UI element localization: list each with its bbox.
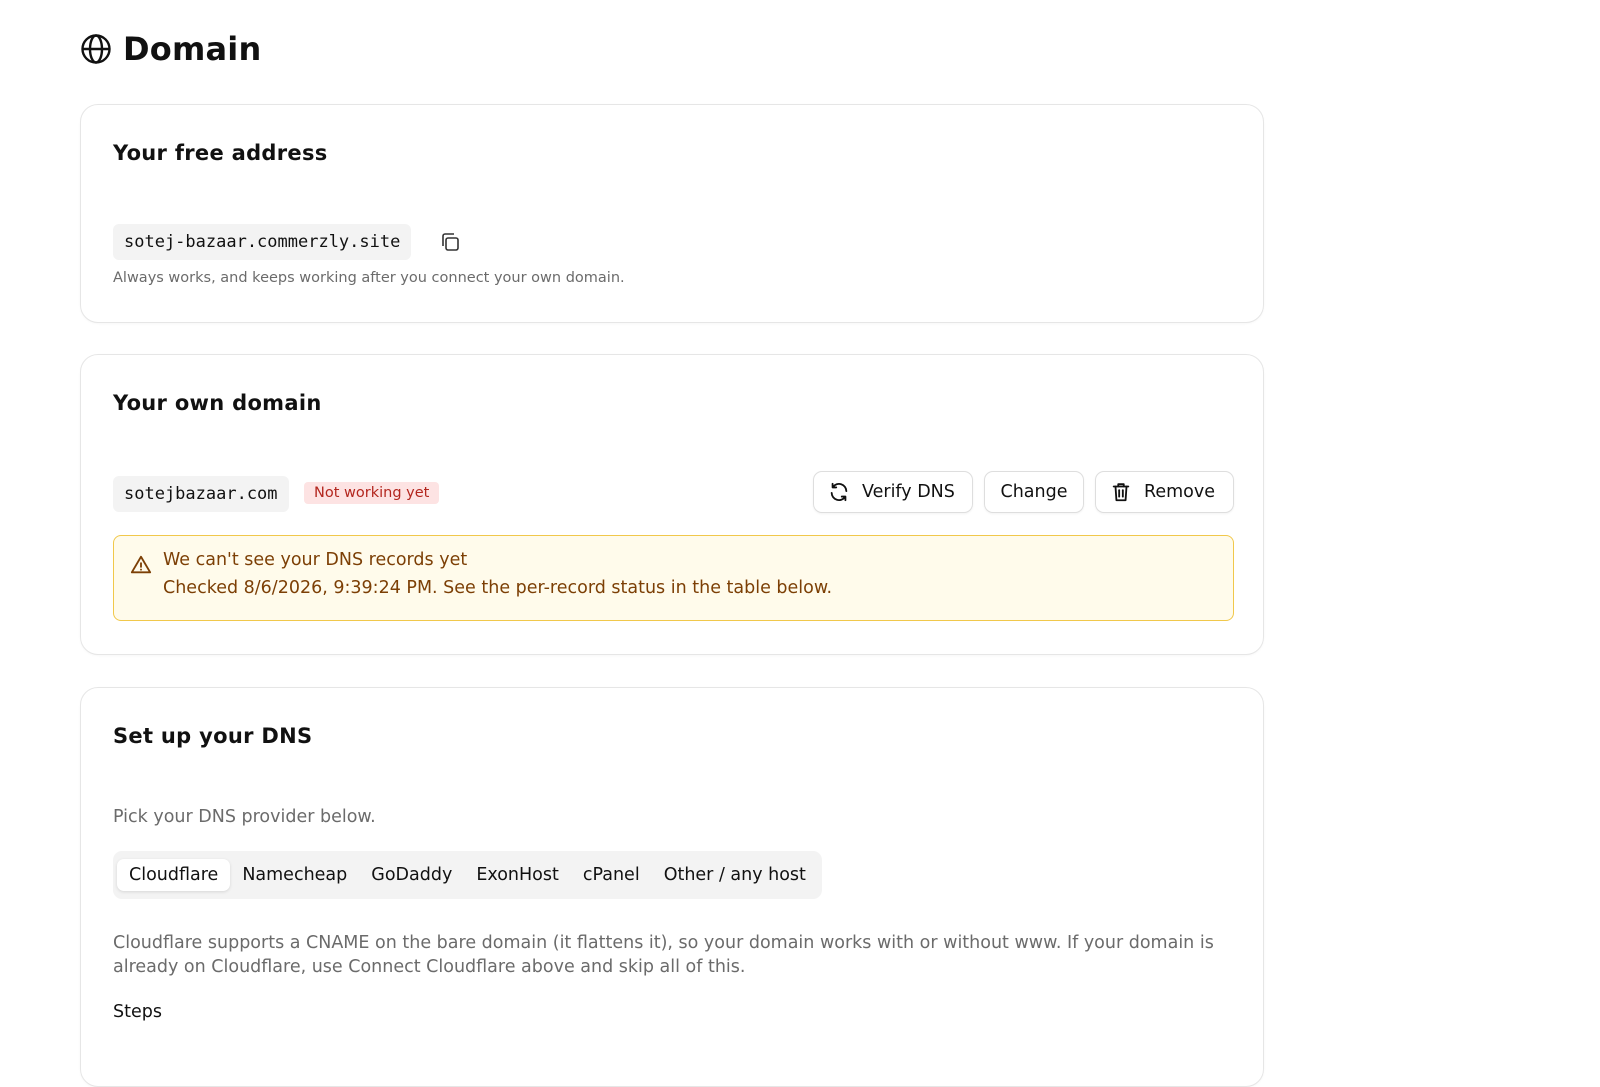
dns-setup-card: Set up your DNS Pick your DNS provider b… bbox=[80, 687, 1264, 1087]
tab-namecheap[interactable]: Namecheap bbox=[230, 859, 359, 891]
domain-page: Domain Your free address sotej-bazaar.co… bbox=[0, 0, 1600, 1087]
verify-dns-button[interactable]: Verify DNS bbox=[813, 471, 973, 513]
copy-icon bbox=[442, 233, 459, 251]
own-domain-value: sotejbazaar.com bbox=[113, 476, 289, 512]
own-domain-card: Your own domain sotejbazaar.com Not work… bbox=[80, 354, 1264, 655]
tab-exonhost[interactable]: ExonHost bbox=[464, 859, 571, 891]
change-label: Change bbox=[1000, 482, 1068, 502]
refresh-icon bbox=[830, 482, 848, 502]
verify-dns-label: Verify DNS bbox=[862, 482, 955, 502]
tab-cloudflare[interactable]: Cloudflare bbox=[117, 859, 231, 891]
status-badge: Not working yet bbox=[304, 482, 440, 504]
tab-cpanel[interactable]: cPanel bbox=[571, 859, 652, 891]
copy-address-button[interactable] bbox=[437, 229, 463, 255]
free-address-hint: Always works, and keeps working after yo… bbox=[113, 270, 625, 286]
tab-other-host[interactable]: Other / any host bbox=[652, 859, 818, 891]
page-header: Domain bbox=[80, 30, 261, 68]
free-address-title: Your free address bbox=[113, 141, 328, 165]
page-title: Domain bbox=[123, 30, 262, 68]
dns-setup-title: Set up your DNS bbox=[113, 724, 313, 748]
change-domain-button[interactable]: Change bbox=[984, 471, 1084, 513]
alert-title: We can't see your DNS records yet bbox=[163, 550, 468, 570]
remove-label: Remove bbox=[1144, 482, 1216, 502]
steps-heading: Steps bbox=[113, 1002, 162, 1022]
warning-icon bbox=[130, 554, 152, 576]
provider-description: Cloudflare supports a CNAME on the bare … bbox=[113, 933, 1214, 977]
provider-tabs: Cloudflare Namecheap GoDaddy ExonHost cP… bbox=[113, 851, 822, 899]
remove-domain-button[interactable]: Remove bbox=[1095, 471, 1234, 513]
alert-detail: Checked 8/6/2026, 9:39:24 PM. See the pe… bbox=[163, 578, 833, 598]
tab-godaddy[interactable]: GoDaddy bbox=[359, 859, 464, 891]
dns-setup-subtitle: Pick your DNS provider below. bbox=[113, 807, 376, 827]
dns-warning-alert: We can't see your DNS records yet Checke… bbox=[113, 535, 1234, 621]
trash-icon bbox=[1112, 483, 1130, 502]
free-address-value: sotej-bazaar.commerzly.site bbox=[113, 224, 412, 260]
free-address-card: Your free address sotej-bazaar.commerzly… bbox=[80, 104, 1264, 323]
own-domain-title: Your own domain bbox=[113, 391, 322, 415]
globe-icon bbox=[80, 33, 112, 65]
